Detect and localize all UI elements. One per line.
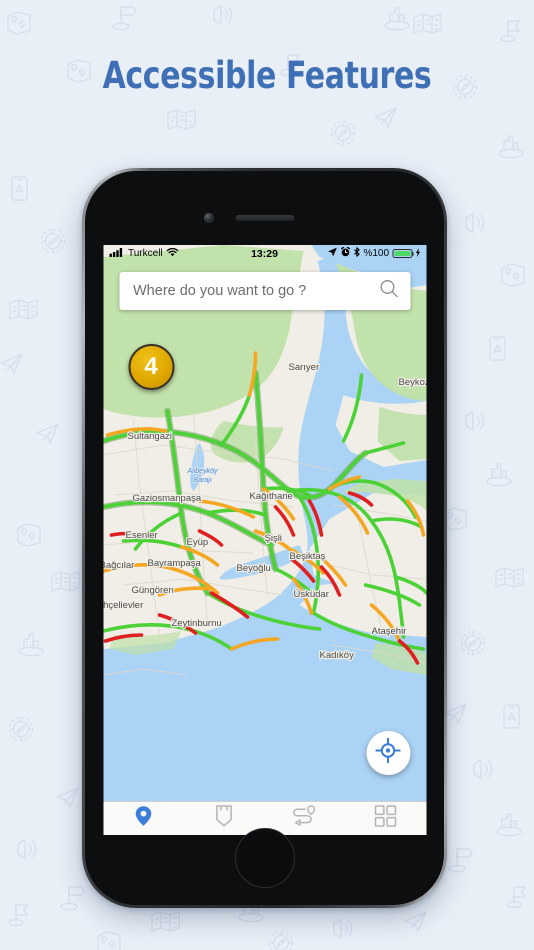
alarm-clock-icon (340, 246, 350, 260)
map-label: Alibeyköy (186, 468, 217, 475)
map-label: Ataşehir (371, 626, 406, 637)
search-icon[interactable] (379, 279, 398, 303)
map-label: Beşiktaş (289, 551, 325, 562)
crosshair-locate-icon (375, 737, 401, 768)
map-label: Eyüp (186, 537, 208, 548)
search-input[interactable] (131, 282, 379, 300)
map-pin-icon (134, 805, 152, 832)
map-label: Beykoz (398, 377, 426, 388)
map-label: Barajı (193, 477, 211, 484)
map-label: Kağıthane (249, 491, 292, 502)
home-button[interactable] (234, 828, 295, 888)
wifi-icon (166, 247, 179, 260)
front-camera-icon (204, 213, 214, 223)
map-label: Bağcılar (103, 560, 134, 571)
step-count-badge[interactable]: 4 (128, 344, 174, 390)
carrier-label: Turkcell (128, 248, 163, 259)
map-label: Sultangazi (127, 431, 171, 442)
map-label: Güngören (131, 585, 173, 596)
phone-screen: Sarıyer Beykoz Sultangazi Alibeyköy Barajı Ga… (103, 245, 426, 835)
battery-full-icon (392, 248, 414, 259)
cellular-signal-icon (109, 247, 124, 260)
map-canvas[interactable]: Sarıyer Beykoz Sultangazi Alibeyköy Barajı Ga… (103, 245, 426, 802)
bluetooth-icon (353, 247, 360, 260)
map-label: Şişli (264, 533, 281, 544)
lightning-bolt-icon (415, 247, 420, 260)
grid-squares-icon (374, 805, 397, 832)
route-icon (292, 805, 317, 832)
phone-mockup: Sarıyer Beykoz Sultangazi Alibeyköy Barajı Ga… (82, 168, 447, 908)
sidebar-item-map[interactable] (103, 802, 184, 835)
locate-me-button[interactable] (366, 731, 410, 775)
map-label: Bayrampaşa (147, 558, 201, 569)
map-label: Üsküdar (293, 589, 328, 600)
map-label: Esenler (125, 530, 157, 541)
page-title: Accessible Features (102, 54, 432, 97)
status-time: 13:29 (251, 247, 278, 260)
earpiece-speaker (235, 215, 294, 221)
map-label: Kadıköy (319, 650, 354, 661)
map-label: Beyoğlu (236, 563, 270, 574)
location-arrow-icon (327, 247, 337, 260)
map-label: Zeytinburnu (171, 618, 221, 629)
map-label: Gaziosmanpaşa (132, 493, 201, 504)
map-label: Bahçelievler (103, 600, 143, 611)
status-bar: Turkcell 13:29 %100 (103, 245, 426, 262)
battery-percent-label: %100 (363, 248, 390, 259)
phone-body: Sarıyer Beykoz Sultangazi Alibeyköy Barajı Ga… (85, 171, 444, 905)
bookmark-icon (216, 805, 233, 832)
sidebar-item-more[interactable] (345, 802, 426, 835)
map-label: Sarıyer (288, 362, 319, 373)
search-bar[interactable] (119, 272, 410, 310)
